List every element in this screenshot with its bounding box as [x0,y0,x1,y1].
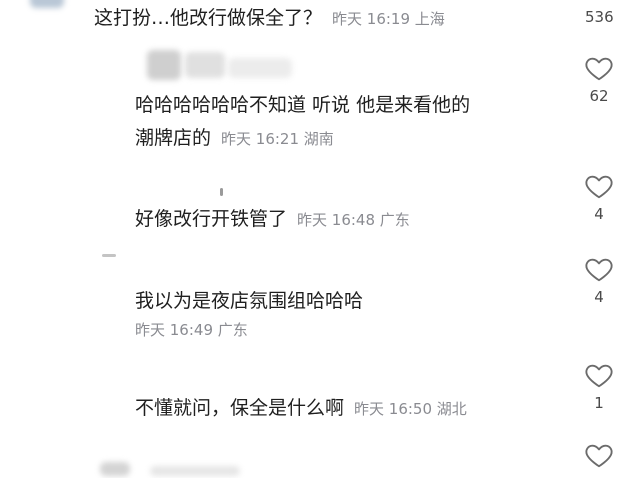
username-blurred [228,58,292,78]
comment-4: 我以为是夜店氛围组哈哈哈 [135,286,363,316]
avatar [185,52,225,78]
avatar[interactable] [100,462,130,476]
comment-6-like[interactable] [574,440,624,470]
comment-2-like-count: 62 [589,87,609,105]
comment-2-text-1: 哈哈哈哈哈哈不知道 听说 他是来看他的 [135,94,471,116]
comment-3-meta: 昨天 16:48 广东 [297,211,410,229]
heart-outline-icon[interactable] [583,440,615,470]
avatar[interactable] [220,188,223,196]
comment-4-like[interactable]: 4 [574,254,624,306]
comment-2-line-1: 哈哈哈哈哈哈不知道 听说 他是来看他的 [135,90,470,120]
comment-4-text: 我以为是夜店氛围组哈哈哈 [135,290,364,312]
heart-outline-icon[interactable] [583,171,615,201]
heart-outline-icon[interactable] [583,360,615,390]
comment-1-like-count: 536 [585,8,614,26]
heart-outline-icon[interactable] [583,254,615,284]
comment-2-text-2: 潮牌店的 [135,127,212,149]
comment-3: 好像改行开铁管了 昨天 16:48 广东 [135,204,410,235]
comment-2-like[interactable]: 62 [574,53,624,105]
comment-3-like-count: 4 [594,205,604,223]
comment-1-meta: 昨天 16:19 上海 [332,10,445,28]
comment-5-meta: 昨天 16:50 湖北 [354,400,467,418]
comment-4-meta: 昨天 16:49 广东 [135,321,248,339]
avatar[interactable] [102,254,116,257]
username-blurred [150,466,240,476]
comment-list: 这打扮…他改行做保全了？ 昨天 16:19 上海 536 哈哈哈哈哈哈不知道 听说… [0,0,640,478]
comment-3-text: 好像改行开铁管了 [135,208,288,230]
comment-2-line-2: 潮牌店的 昨天 16:21 湖南 [135,123,334,154]
comment-5-like-count: 1 [594,394,604,412]
comment-5: 不懂就问，保全是什么啊 昨天 16:50 湖北 [135,393,467,424]
avatar[interactable] [30,0,64,8]
comment-5-text: 不懂就问，保全是什么啊 [135,397,345,419]
comment-2-meta: 昨天 16:21 湖南 [221,130,334,148]
comment-1: 这打扮…他改行做保全了？ 昨天 16:19 上海 [94,3,445,34]
comment-3-like[interactable]: 4 [574,171,624,223]
avatar[interactable] [147,50,181,80]
comment-5-like[interactable]: 1 [574,360,624,412]
comment-1-text: 这打扮…他改行做保全了？ [94,7,323,29]
heart-outline-icon[interactable] [583,53,615,83]
comment-4-like-count: 4 [594,288,604,306]
